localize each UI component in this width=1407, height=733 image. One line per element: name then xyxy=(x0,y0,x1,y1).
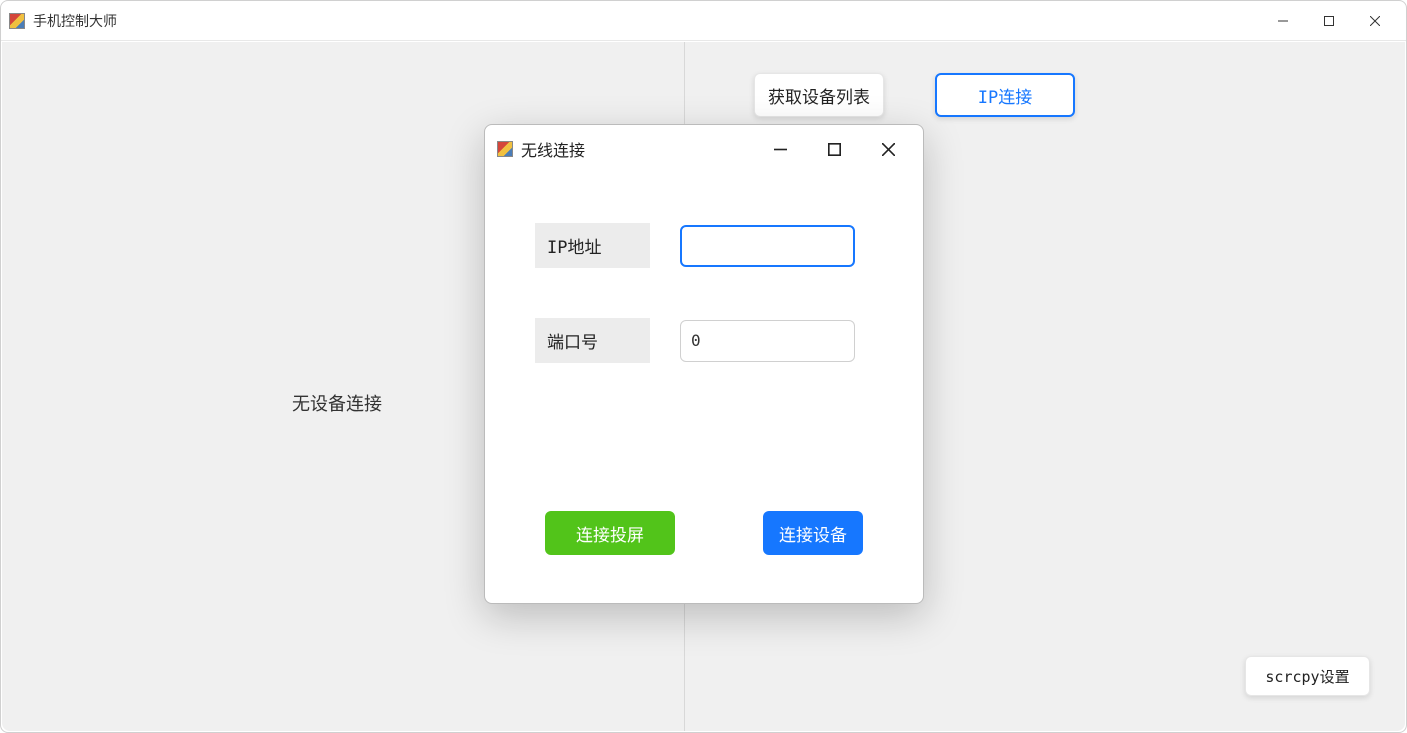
ip-address-label: IP地址 xyxy=(535,223,650,268)
minimize-button[interactable] xyxy=(1260,5,1306,37)
dialog-minimize-button[interactable] xyxy=(763,134,797,164)
scrcpy-settings-button[interactable]: scrcpy设置 xyxy=(1245,656,1370,696)
port-input[interactable] xyxy=(680,320,855,362)
close-icon xyxy=(1370,16,1380,26)
dialog-app-icon xyxy=(497,141,513,157)
main-window-controls xyxy=(1260,5,1398,37)
dialog-buttons: 连接投屏 连接设备 xyxy=(545,511,863,555)
ip-address-input[interactable] xyxy=(680,225,855,267)
wireless-connect-dialog: 无线连接 IP地址 端口号 连接投屏 xyxy=(484,124,924,604)
connect-device-label: 连接设备 xyxy=(779,521,847,546)
no-device-label: 无设备连接 xyxy=(292,390,382,416)
app-icon xyxy=(9,13,25,29)
dialog-maximize-button[interactable] xyxy=(817,134,851,164)
dialog-controls xyxy=(763,134,911,164)
main-titlebar: 手机控制大师 xyxy=(1,1,1406,41)
ip-connect-button[interactable]: IP连接 xyxy=(935,73,1075,117)
minimize-icon xyxy=(774,143,787,156)
dialog-title: 无线连接 xyxy=(521,137,585,161)
maximize-button[interactable] xyxy=(1306,5,1352,37)
connect-cast-button[interactable]: 连接投屏 xyxy=(545,511,675,555)
get-devices-label: 获取设备列表 xyxy=(768,83,870,108)
ip-address-row: IP地址 xyxy=(535,223,883,268)
minimize-icon xyxy=(1278,16,1288,26)
close-button[interactable] xyxy=(1352,5,1398,37)
get-devices-button[interactable]: 获取设备列表 xyxy=(754,73,884,117)
port-label: 端口号 xyxy=(535,318,650,363)
close-icon xyxy=(882,143,895,156)
dialog-close-button[interactable] xyxy=(871,134,905,164)
connect-cast-label: 连接投屏 xyxy=(576,521,644,546)
maximize-icon xyxy=(828,143,841,156)
main-window-title: 手机控制大师 xyxy=(33,11,117,31)
port-row: 端口号 xyxy=(535,318,883,363)
maximize-icon xyxy=(1324,16,1334,26)
connect-device-button[interactable]: 连接设备 xyxy=(763,511,863,555)
dialog-titlebar: 无线连接 xyxy=(485,125,923,173)
scrcpy-settings-label: scrcpy设置 xyxy=(1265,666,1349,687)
ip-connect-label: IP连接 xyxy=(978,83,1032,108)
dialog-body: IP地址 端口号 连接投屏 连接设备 xyxy=(485,173,923,603)
